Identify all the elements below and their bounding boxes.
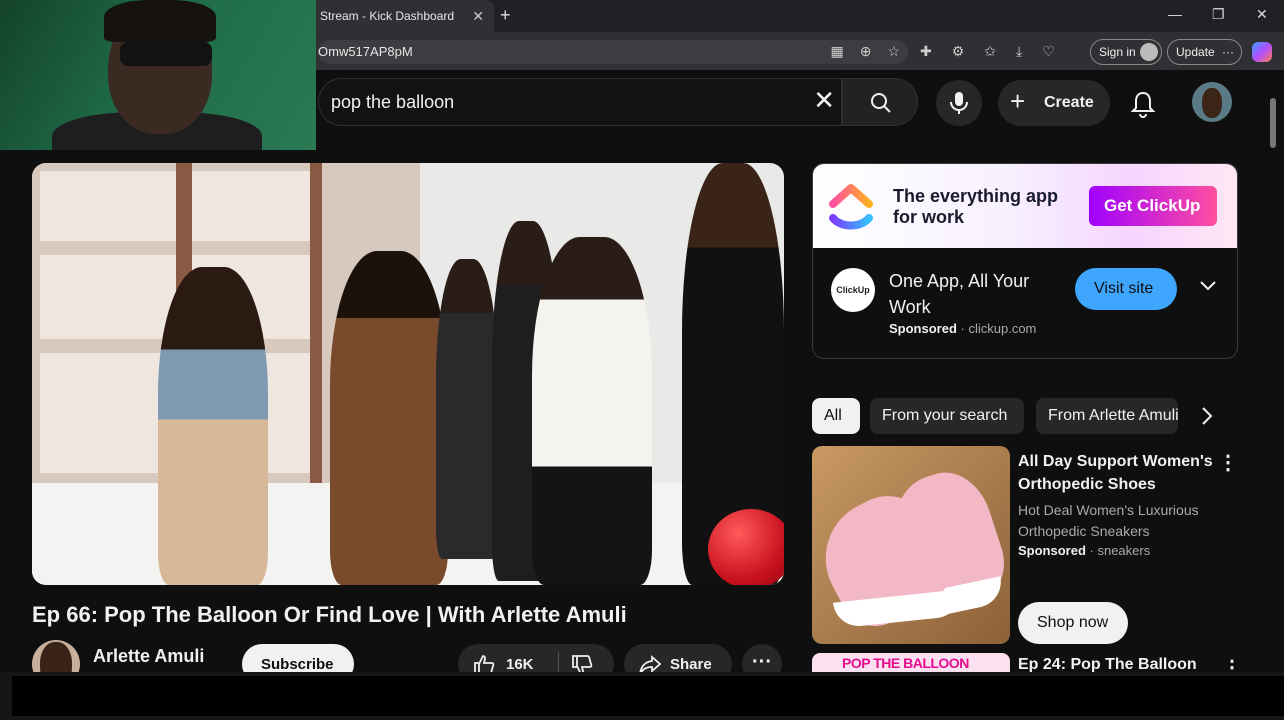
close-window-icon[interactable]: ✕ <box>1256 6 1268 23</box>
update-more-icon: ··· <box>1222 45 1235 59</box>
shoe-ad-sponsored-line: Sponsored · sneakers <box>1018 543 1150 558</box>
get-clickup-button[interactable]: Get ClickUp <box>1089 186 1217 226</box>
video-person-bg1 <box>436 259 498 559</box>
url-text: Omw517AP8pM <box>318 44 413 59</box>
shop-now-button[interactable]: Shop now <box>1018 602 1128 644</box>
bottom-bar <box>0 672 1284 720</box>
favorites-icon[interactable]: ✩ <box>984 43 996 60</box>
new-tab-icon[interactable]: + <box>500 5 511 26</box>
microphone-icon <box>950 92 968 114</box>
signin-button[interactable]: Sign in <box>1090 39 1162 65</box>
shoe-ad-category: · sneakers <box>1089 543 1151 558</box>
clear-search-icon[interactable]: ✕ <box>813 85 835 115</box>
reader-view-icon[interactable]: ▦ <box>830 43 843 60</box>
video-host <box>330 251 448 585</box>
bottom-bar-inner <box>12 676 1284 716</box>
favorite-star-icon[interactable]: ☆ <box>887 43 900 60</box>
chip-from-your-search[interactable]: From your search <box>870 398 1024 434</box>
page-scrollbar[interactable] <box>1268 74 1278 670</box>
zoom-icon[interactable]: ⊕ <box>860 43 872 60</box>
advertiser-logo: ClickUp <box>831 268 875 312</box>
profile-avatar-icon <box>1140 43 1158 61</box>
chip-all[interactable]: All <box>812 398 860 434</box>
rec-thumbnail-text: POP THE BALLOON <box>842 655 969 671</box>
extension-puzzle-icon[interactable]: ✚ <box>920 43 932 60</box>
chevron-down-icon[interactable] <box>1199 280 1217 292</box>
tab-title: Stream - Kick Dashboard <box>320 9 455 23</box>
video-player[interactable] <box>32 163 784 585</box>
webcam-person-hair <box>104 0 216 42</box>
ad-domain: · clickup.com <box>960 321 1037 336</box>
red-balloon <box>708 509 784 585</box>
account-avatar[interactable] <box>1192 82 1232 122</box>
video-title: Ep 66: Pop The Balloon Or Find Love | Wi… <box>32 602 627 627</box>
like-count: 16K <box>506 656 534 673</box>
create-label: Create <box>1044 94 1094 111</box>
update-label: Update <box>1176 45 1215 59</box>
chevron-right-icon[interactable] <box>1200 406 1214 426</box>
plus-icon: + <box>1010 86 1026 116</box>
webcam-overlay <box>0 0 316 150</box>
update-button[interactable]: Update ··· <box>1167 39 1242 65</box>
webcam-sunglasses <box>120 42 212 66</box>
shoe-ad-title[interactable]: All Day Support Women's Orthopedic Shoes <box>1018 450 1214 496</box>
share-label: Share <box>670 656 712 673</box>
visit-site-button[interactable]: Visit site <box>1075 268 1177 310</box>
health-icon[interactable]: ♡ <box>1042 43 1055 60</box>
downloads-icon[interactable]: ⤓ <box>1016 43 1022 60</box>
ad-headline[interactable]: One App, All Your Work <box>889 268 1069 320</box>
ad-banner[interactable]: The everything app for work Get ClickUp <box>813 164 1237 248</box>
bell-icon <box>1130 91 1156 118</box>
extension-icon[interactable]: ⚙ <box>952 43 965 60</box>
create-button[interactable]: + Create <box>998 80 1110 126</box>
channel-name[interactable]: Arlette Amuli <box>93 646 204 667</box>
sponsored-label: Sponsored <box>889 321 957 336</box>
minimize-icon[interactable]: — <box>1168 6 1182 22</box>
scrollbar-thumb[interactable] <box>1270 98 1276 148</box>
copilot-icon[interactable] <box>1252 42 1272 62</box>
shoe-sponsored-label: Sponsored <box>1018 543 1086 558</box>
video-person-white-shirt <box>532 237 652 585</box>
chip-from-channel[interactable]: From Arlette Amuli <box>1036 398 1178 434</box>
shoe-ad-thumbnail[interactable] <box>812 446 1010 644</box>
address-bar-actions: ▦ ⊕ ☆ <box>830 43 900 60</box>
notifications-button[interactable] <box>1130 90 1156 123</box>
tab-close-icon[interactable]: ✕ <box>472 8 484 25</box>
search-query: pop the balloon <box>331 92 455 112</box>
clickup-ad-card[interactable]: The everything app for work Get ClickUp … <box>812 163 1238 359</box>
shoe-ad-menu-icon[interactable]: ⋮ <box>1218 450 1238 475</box>
search-button[interactable] <box>842 78 918 126</box>
signin-label: Sign in <box>1099 45 1136 59</box>
ad-tagline: The everything app for work <box>893 186 1059 227</box>
screen: Stream - Kick Dashboard ✕ + — ❐ ✕ Omw517… <box>0 0 1284 720</box>
extension-icons: ✚ ⚙ ✩ ⤓ ♡ <box>920 43 1055 60</box>
voice-search-button[interactable] <box>936 80 982 126</box>
maximize-icon[interactable]: ❐ <box>1212 6 1225 23</box>
avatar-face <box>1202 88 1222 118</box>
shoe-ad-description: Hot Deal Women's Luxurious Orthopedic Sn… <box>1018 502 1199 539</box>
address-bar[interactable]: Omw517AP8pM ▦ ⊕ ☆ <box>318 40 908 64</box>
browser-tab[interactable]: Stream - Kick Dashboard ✕ <box>310 0 494 32</box>
ad-sponsored-line: Sponsored · clickup.com <box>889 321 1036 336</box>
clickup-logo-icon <box>829 184 873 230</box>
video-person-left <box>158 267 268 585</box>
search-icon <box>871 93 891 113</box>
search-input[interactable]: pop the balloon ✕ <box>318 78 842 126</box>
